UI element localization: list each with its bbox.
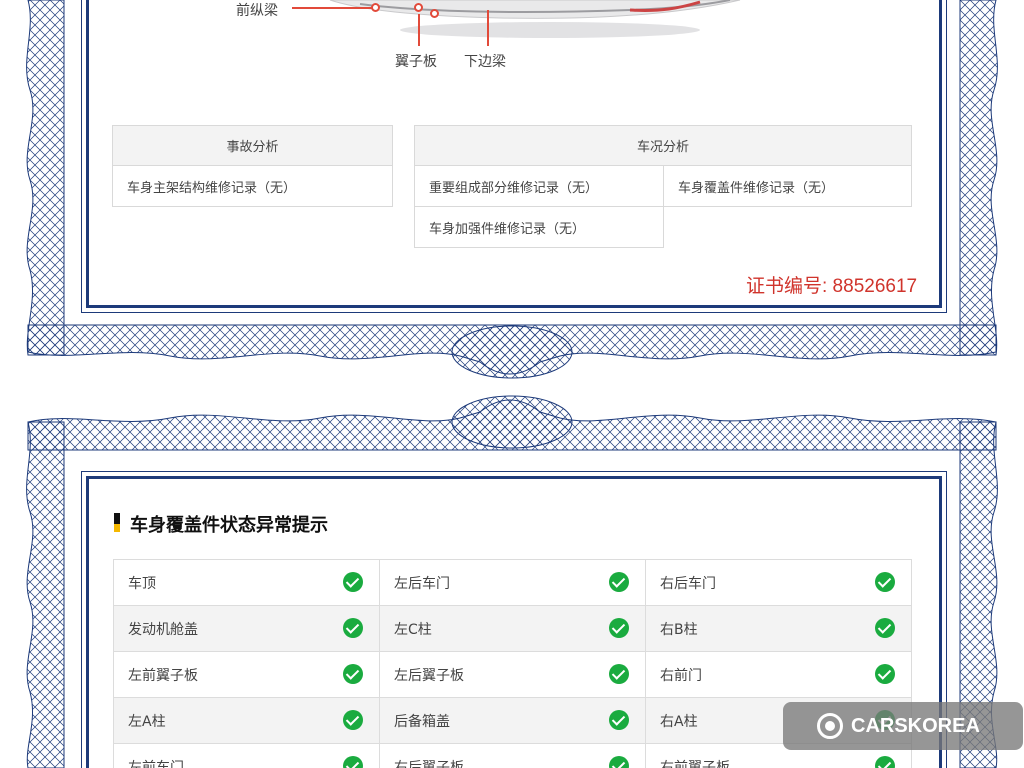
panel-cell: 左前车门 — [113, 743, 380, 768]
fender-label: 翼子板 — [395, 54, 437, 70]
panel-name: 左前车门 — [128, 759, 184, 768]
check-circle-icon — [343, 618, 363, 638]
check-circle-icon — [343, 710, 363, 730]
panel-name: 左后车门 — [394, 575, 450, 592]
table-row: 重要组成部分维修记录（无） — [414, 165, 664, 207]
empty-cell — [664, 207, 912, 248]
panel-name: 后备箱盖 — [394, 713, 450, 730]
check-circle-icon — [609, 756, 629, 768]
panel-name: 车顶 — [128, 575, 156, 592]
watermark-text: CARSKOREA — [851, 714, 980, 737]
panel-cell: 左前翼子板 — [113, 651, 380, 698]
panel-name: 右后翼子板 — [394, 759, 464, 768]
panel-name: 发动机舱盖 — [128, 621, 198, 638]
accident-analysis-table: 事故分析 车身主架结构维修记录（无） — [112, 125, 393, 207]
panel-name: 左C柱 — [394, 621, 432, 638]
certificate-number: 证书编号: 88526617 — [746, 276, 918, 297]
carskorea-logo-icon — [817, 713, 843, 739]
panel-name: 右后车门 — [660, 575, 716, 592]
panel-name: 左A柱 — [128, 713, 166, 730]
panel-cell: 右B柱 — [645, 605, 912, 652]
panel-cell: 后备箱盖 — [379, 697, 646, 744]
panel-cell: 左A柱 — [113, 697, 380, 744]
check-circle-icon — [875, 756, 895, 768]
rocker-panel-label: 下边梁 — [464, 54, 506, 70]
panel-name: 右A柱 — [660, 713, 698, 730]
condition-analysis-header: 车况分析 — [414, 125, 912, 166]
section-title: 车身覆盖件状态异常提示 — [130, 515, 328, 536]
panel-name: 右前门 — [660, 667, 702, 684]
panel-cell: 车顶 — [113, 559, 380, 606]
panel-name: 左后翼子板 — [394, 667, 464, 684]
front-rail-label: 前纵梁 — [236, 3, 278, 19]
panel-name: 右前翼子板 — [660, 759, 730, 768]
panel-cell: 右前门 — [645, 651, 912, 698]
panel-cell: 左后车门 — [379, 559, 646, 606]
front-rail-marker — [371, 3, 380, 12]
check-circle-icon — [343, 572, 363, 592]
check-circle-icon — [609, 572, 629, 592]
panel-name: 左前翼子板 — [128, 667, 198, 684]
check-circle-icon — [875, 664, 895, 684]
panel-cell: 左C柱 — [379, 605, 646, 652]
carskorea-watermark: CARSKOREA — [783, 702, 1023, 750]
condition-analysis-table: 车况分析 重要组成部分维修记录（无） 车身覆盖件维修记录（无） 车身加强件维修记… — [414, 125, 912, 248]
panel-cell: 右后车门 — [645, 559, 912, 606]
table-row: 车身主架结构维修记录（无） — [112, 165, 393, 207]
table-row: 车身加强件维修记录（无） — [414, 206, 664, 248]
check-circle-icon — [875, 618, 895, 638]
check-circle-icon — [875, 572, 895, 592]
check-circle-icon — [343, 664, 363, 684]
panel-cell: 发动机舱盖 — [113, 605, 380, 652]
panel-cell: 右后翼子板 — [379, 743, 646, 768]
table-row: 车身覆盖件维修记录（无） — [663, 165, 912, 207]
panel-name: 右B柱 — [660, 621, 698, 638]
table-row: 车顶 左后车门 右后车门 — [113, 559, 912, 606]
fender-marker — [414, 3, 423, 12]
check-circle-icon — [343, 756, 363, 768]
table-row: 发动机舱盖 左C柱 右B柱 — [113, 605, 912, 652]
check-circle-icon — [609, 710, 629, 730]
check-circle-icon — [609, 618, 629, 638]
sill-marker-1 — [430, 9, 439, 18]
accident-analysis-header: 事故分析 — [112, 125, 393, 166]
check-circle-icon — [609, 664, 629, 684]
table-row: 左前翼子板 左后翼子板 右前门 — [113, 651, 912, 698]
panel-cell: 左后翼子板 — [379, 651, 646, 698]
section-accent-bar — [114, 513, 120, 532]
